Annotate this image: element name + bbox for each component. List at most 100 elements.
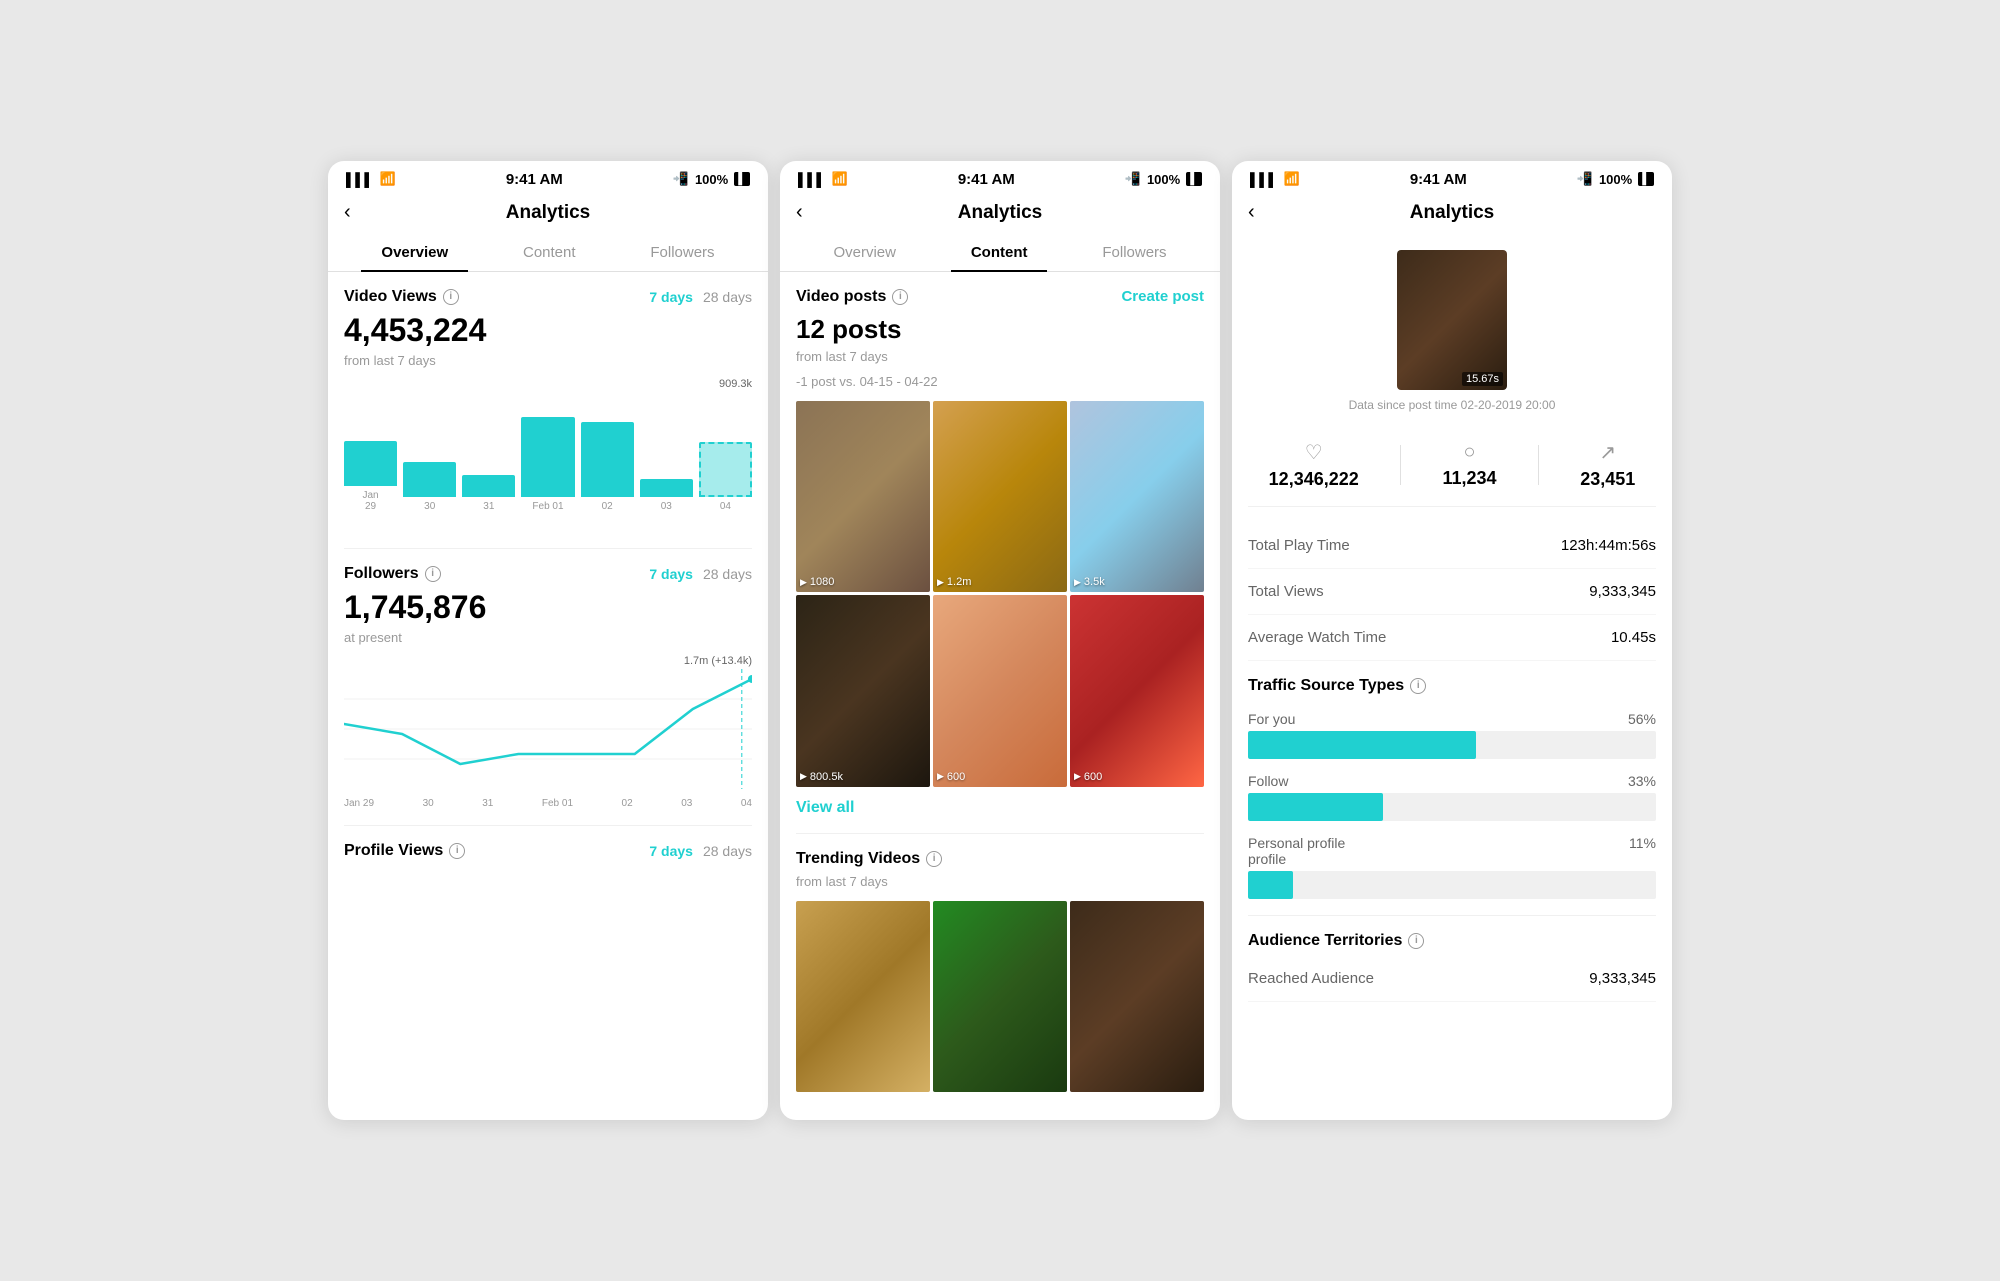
traffic-pct-1: 33% [1628,773,1656,789]
x-label-3: Feb 01 [542,798,573,809]
tab-overview-1[interactable]: Overview [361,234,468,271]
trending-thumb-1[interactable] [933,901,1067,1092]
x-label-1: 30 [423,798,434,809]
wifi-icon-3: 📶 [1284,171,1300,187]
traffic-bar-bg-2 [1248,871,1656,899]
signal-icons-1: ▌▌▌ 📶 [346,171,396,187]
video-views-info-icon[interactable]: i [443,289,459,305]
traffic-row-2: Personal profileprofile 11% [1248,835,1656,899]
create-post-button[interactable]: Create post [1121,288,1204,305]
bar-5 [640,479,693,497]
traffic-label-row-2: Personal profileprofile 11% [1248,835,1656,867]
signal-icon-1: ▌▌▌ [346,172,374,187]
traffic-label-0: For you [1248,711,1295,727]
detail-divider [1248,915,1656,916]
period-28-btn[interactable]: 28 days [703,289,752,305]
tab-followers-1[interactable]: Followers [630,234,734,271]
screens-container: ▌▌▌ 📶 9:41 AM 📲 100% ▌ ‹ Analytics Overv… [308,141,1692,1140]
bluetooth-icon-1: 📲 [673,171,689,187]
video-thumb-0[interactable]: ▶ 1080 [796,401,930,592]
metric-avgwatch: Average Watch Time 10.45s [1248,615,1656,661]
bar-label-5: 03 [661,501,672,512]
profile-views-info-icon[interactable]: i [449,843,465,859]
posts-subtext2: -1 post vs. 04-15 - 04-22 [796,374,1204,389]
reached-label: Reached Audience [1248,970,1374,987]
tab-content-2[interactable]: Content [951,234,1048,271]
view-count-4: ▶ 600 [937,771,965,783]
battery-pct-2: 100% [1147,172,1180,187]
tab-overview-2[interactable]: Overview [813,234,916,271]
video-views-chart-label: 909.3k [344,378,752,390]
tabs-1: Overview Content Followers [328,234,768,272]
trending-subtext: from last 7 days [796,874,1204,889]
bar-label-3: Feb 01 [532,501,563,512]
followers-number: 1,745,876 [344,589,752,626]
stats-row: ♡ 12,346,222 ○ 11,234 ↗ 23,451 [1248,424,1656,507]
tab-content-1[interactable]: Content [503,234,596,271]
avgwatch-label: Average Watch Time [1248,629,1386,646]
back-button-2[interactable]: ‹ [796,201,803,224]
nav-title-3: Analytics [1410,202,1494,224]
posts-subtext1: from last 7 days [796,349,1204,364]
playtime-label: Total Play Time [1248,537,1350,554]
profile-views-header: Profile Views i 7 days 28 days [344,842,752,860]
x-label-5: 03 [681,798,692,809]
view-all-button[interactable]: View all [796,799,1204,817]
period-7-btn[interactable]: 7 days [649,289,693,305]
nav-bar-2: ‹ Analytics [780,194,1220,234]
followers-period-28[interactable]: 28 days [703,566,752,582]
likes-stat: ♡ 12,346,222 [1269,440,1359,490]
video-thumb-2[interactable]: ▶ 3.5k [1070,401,1204,592]
reached-audience-row: Reached Audience 9,333,345 [1248,956,1656,1002]
status-bar-3: ▌▌▌ 📶 9:41 AM 📲 100% ▌ [1232,161,1672,194]
post-thumbnail-container: 15.67s Data since post time 02-20-2019 2… [1248,250,1656,412]
video-views-period: 7 days 28 days [649,289,752,305]
comment-icon: ○ [1442,441,1496,464]
bar-6 [699,442,752,497]
tabs-2: Overview Content Followers [780,234,1220,272]
video-thumb-5[interactable]: ▶ 600 [1070,595,1204,786]
audience-info-icon[interactable]: i [1408,933,1424,949]
battery-pct-1: 100% [695,172,728,187]
divider-1 [344,548,752,549]
screen-detail: ▌▌▌ 📶 9:41 AM 📲 100% ▌ ‹ Analytics 15.67… [1232,161,1672,1120]
bar-1 [403,462,456,497]
post-thumb-box[interactable]: 15.67s [1397,250,1507,390]
video-posts-header: Video posts i Create post [796,288,1204,306]
trending-info-icon[interactable]: i [926,851,942,867]
video-thumb-1[interactable]: ▶ 1.2m [933,401,1067,592]
followers-info-icon[interactable]: i [425,566,441,582]
traffic-bar-bg-0 [1248,731,1656,759]
profile-period-7[interactable]: 7 days [649,843,693,859]
right-icons-3: 📲 100% ▌ [1577,171,1654,187]
profile-period-28[interactable]: 28 days [703,843,752,859]
traffic-info-icon[interactable]: i [1410,678,1426,694]
video-views-subtext: from last 7 days [344,353,752,368]
trending-thumb-0[interactable] [796,901,930,1092]
video-posts-info-icon[interactable]: i [892,289,908,305]
status-bar-1: ▌▌▌ 📶 9:41 AM 📲 100% ▌ [328,161,768,194]
video-grid: ▶ 1080 ▶ 1.2m ▶ 3.5k [796,401,1204,787]
video-thumb-4[interactable]: ▶ 600 [933,595,1067,786]
profile-views-title: Profile Views i [344,842,465,860]
traffic-label-row-0: For you 56% [1248,711,1656,727]
play-icon-1: ▶ [937,577,944,588]
traffic-pct-0: 56% [1628,711,1656,727]
trending-thumb-2[interactable] [1070,901,1204,1092]
status-bar-2: ▌▌▌ 📶 9:41 AM 📲 100% ▌ [780,161,1220,194]
audience-header: Audience Territories i [1248,932,1656,950]
traffic-pct-2: 11% [1629,835,1656,867]
content-screen-content: Video posts i Create post 12 posts from … [780,272,1220,1120]
tab-followers-2[interactable]: Followers [1082,234,1186,271]
followers-period-7[interactable]: 7 days [649,566,693,582]
time-1: 9:41 AM [506,171,563,188]
back-button-3[interactable]: ‹ [1248,201,1255,224]
video-thumb-3[interactable]: ▶ 800.5k [796,595,930,786]
back-button-1[interactable]: ‹ [344,201,351,224]
posts-count: 12 posts [796,314,1204,345]
screen-overview: ▌▌▌ 📶 9:41 AM 📲 100% ▌ ‹ Analytics Overv… [328,161,768,1120]
trending-video-grid [796,901,1204,1092]
signal-icons-2: ▌▌▌ 📶 [798,171,848,187]
view-count-1: ▶ 1.2m [937,576,971,588]
totalviews-value: 9,333,345 [1589,583,1656,600]
